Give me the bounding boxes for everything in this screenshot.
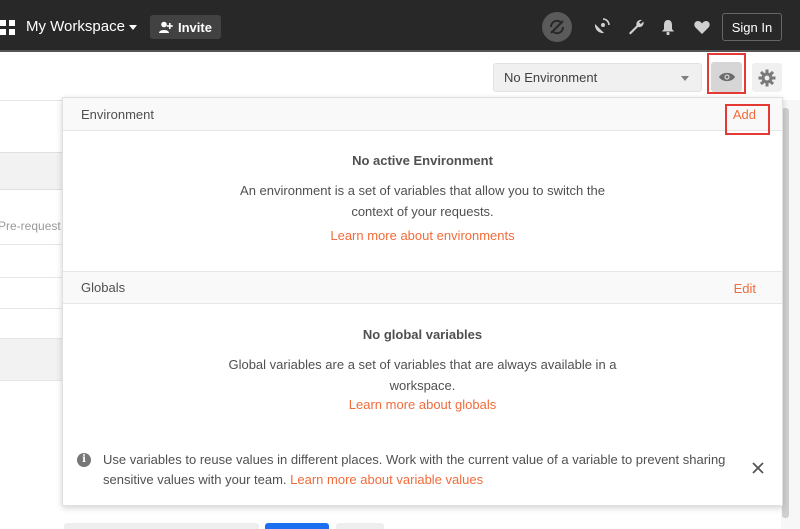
- globals-header-label: Globals: [81, 280, 126, 295]
- environment-desc-line: An environment is a set of variables tha…: [240, 183, 605, 198]
- tip-text: Use variables to reuse values in differe…: [103, 450, 743, 490]
- background-button: [64, 523, 259, 529]
- invite-label: Invite: [178, 19, 212, 35]
- bell-icon[interactable]: [659, 18, 677, 36]
- learn-more-globals-link[interactable]: Learn more about globals: [63, 397, 782, 412]
- top-bar: My Workspace Invite Sign In: [0, 0, 800, 52]
- add-user-icon: [159, 21, 173, 33]
- environment-quick-look-popover: Environment Add No active Environment An…: [62, 97, 783, 506]
- apps-grid-icon[interactable]: [0, 20, 15, 35]
- manage-environments-button[interactable]: [752, 63, 782, 92]
- gear-icon: [758, 69, 776, 86]
- background-divider: [0, 380, 62, 381]
- variables-tip: i Use variables to reuse values in diffe…: [77, 450, 757, 490]
- scrollbar[interactable]: [782, 108, 789, 518]
- chevron-down-icon[interactable]: [129, 25, 137, 30]
- environment-empty-title: No active Environment: [352, 153, 493, 168]
- environment-header-label: Environment: [81, 106, 154, 122]
- environment-select-value: No Environment: [504, 70, 598, 85]
- sign-in-button[interactable]: Sign In: [722, 13, 782, 41]
- close-icon[interactable]: [751, 461, 765, 475]
- background-button: [336, 523, 384, 529]
- edit-globals-link[interactable]: Edit: [734, 281, 756, 296]
- learn-more-environments-link[interactable]: Learn more about environments: [63, 228, 782, 243]
- background-row: [0, 100, 62, 152]
- background-primary-button: [265, 523, 329, 529]
- environment-quick-look-button[interactable]: [711, 62, 742, 92]
- background-row: [0, 338, 62, 380]
- prerequest-tab-fragment: Pre-request: [0, 219, 61, 233]
- background-row: [0, 308, 62, 338]
- info-icon: i: [77, 453, 91, 467]
- workspace-title[interactable]: My Workspace: [26, 18, 125, 35]
- background-row: [0, 244, 62, 277]
- globals-desc-line: Global variables are a set of variables …: [228, 357, 617, 372]
- heart-icon[interactable]: [693, 18, 711, 36]
- environment-empty-description: An environment is a set of variables tha…: [63, 180, 782, 222]
- environment-select[interactable]: No Environment: [493, 63, 702, 92]
- globals-desc-line: workspace.: [389, 378, 456, 393]
- wrench-icon[interactable]: [627, 18, 645, 36]
- sync-off-icon[interactable]: [542, 12, 572, 42]
- chevron-down-icon: [681, 76, 689, 81]
- globals-section-header: Globals Edit: [63, 271, 782, 304]
- globals-empty-title: No global variables: [362, 327, 483, 342]
- environment-desc-line: context of your requests.: [351, 204, 494, 219]
- background-tab-strip: [0, 152, 62, 190]
- add-environment-link[interactable]: Add: [733, 107, 756, 122]
- eye-icon: [718, 72, 735, 82]
- environment-section-header: Environment Add: [63, 98, 782, 131]
- globals-empty-description: Global variables are a set of variables …: [63, 354, 782, 396]
- satellite-icon[interactable]: [592, 18, 610, 36]
- background-row: [0, 277, 62, 308]
- invite-button[interactable]: Invite: [150, 15, 221, 39]
- learn-more-variable-values-link[interactable]: Learn more about variable values: [290, 472, 483, 487]
